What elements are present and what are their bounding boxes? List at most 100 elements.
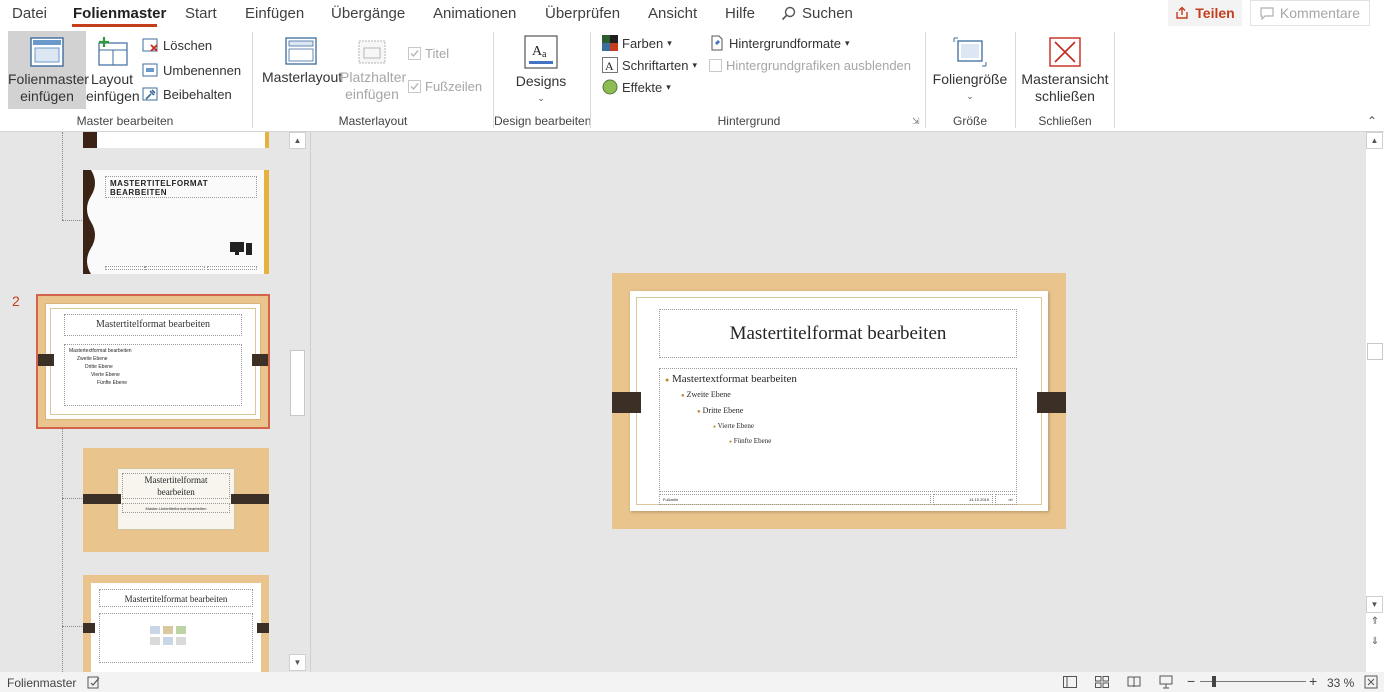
group-label-groesse: Größe [952,114,987,128]
body-level5-text: Fünfte Ebene [733,437,772,445]
thumb-level3: Dritte Ebene [85,364,113,370]
master-layout-icon [285,37,317,65]
checkbox-empty-icon [709,59,722,72]
thumbnail-scrollbar[interactable]: ▲ ▼ [289,132,306,672]
main-scrollbar[interactable]: ▲ ▼ ⇑ ⇓ [1366,132,1384,672]
tab-hilfe[interactable]: Hilfe [725,5,755,22]
scroll-up-arrow-icon[interactable]: ▲ [289,132,306,149]
group-separator [1015,32,1016,128]
group-separator [925,32,926,128]
group-separator [252,32,253,128]
thumb-level5: Fünfte Ebene [97,380,128,386]
tab-start[interactable]: Start [185,5,217,22]
hide-background-graphics-checkbox[interactable]: Hintergrundgrafiken ausblenden [709,58,911,73]
date-placeholder[interactable]: 14.10.2019 [933,494,993,505]
zoom-in-icon[interactable]: + [1309,673,1317,689]
comment-icon [1260,6,1274,20]
status-bar: Folienmaster − + 33 % [0,672,1384,692]
reading-view-icon[interactable] [1127,676,1141,688]
preserve-button[interactable]: Beibehalten [142,87,232,102]
footer-placeholder[interactable]: Fußzeile [659,494,931,505]
insert-layout-line1: Layout [90,71,134,87]
slide-size-button[interactable]: Foliengröße ⌄ [930,31,1010,105]
next-slide-icon[interactable]: ⇓ [1366,636,1384,647]
body-placeholder[interactable]: ● Mastertextformat bearbeiten ● Zweite E… [659,368,1017,492]
date-text: 14.10.2019 [968,497,989,502]
footer-text: Fußzeile [663,497,679,502]
tab-einfuegen[interactable]: Einfügen [245,5,304,22]
normal-view-icon[interactable] [1063,676,1077,688]
colors-icon [602,35,618,51]
insert-layout-button[interactable]: Layout einfügen [86,31,140,105]
computer-icon [230,242,252,255]
tab-datei[interactable]: Datei [12,5,47,22]
fonts-dropdown[interactable]: A Schriftarten ▾ [602,57,697,73]
slideshow-icon[interactable] [1159,675,1173,689]
tab-animationen[interactable]: Animationen [433,5,516,22]
slide-number-placeholder[interactable]: ‹#› [995,494,1017,505]
zoom-out-icon[interactable]: − [1187,673,1195,689]
title-placeholder: Mastertitelformat bearbeiten [64,314,242,336]
slide-thumbnail-pane[interactable]: MASTERTITELFORMAT BEARBEITEN 2 Mastertit… [0,132,310,672]
footer-checkbox[interactable]: Fußzeilen [408,79,482,94]
dialog-launcher-icon[interactable]: ⇲ [912,116,920,127]
close-master-view-button[interactable]: Masteransicht schließen [1020,31,1110,105]
previous-slide-icon[interactable]: ⇑ [1366,616,1384,627]
scroll-up-arrow-icon[interactable]: ▲ [1366,132,1383,149]
slide-sorter-icon[interactable] [1095,676,1109,688]
main-slide[interactable]: Mastertitelformat bearbeiten ● Mastertex… [612,273,1066,529]
slide-master-icon [30,37,64,67]
scroll-down-arrow-icon[interactable]: ▼ [289,654,306,671]
checkbox-checked-icon [408,80,421,93]
title-checkbox[interactable]: Titel [408,46,449,61]
insert-slide-master-button[interactable]: Folienmaster einfügen [8,31,89,109]
title-placeholder: MASTERTITELFORMAT BEARBEITEN [105,176,257,198]
tab-ansicht[interactable]: Ansicht [648,5,697,22]
zoom-slider-thumb[interactable] [1212,676,1216,687]
effects-dropdown[interactable]: Effekte ▾ [602,79,671,95]
pane-divider[interactable] [310,132,311,672]
scroll-down-arrow-icon[interactable]: ▼ [1366,596,1383,613]
thumb-level2: Zweite Ebene [77,356,108,362]
body-level3-text: Dritte Ebene [702,406,744,415]
colors-dropdown[interactable]: Farben ▾ [602,35,672,51]
share-label: Teilen [1195,5,1235,21]
slide-thumbnail-1[interactable]: MASTERTITELFORMAT BEARBEITEN [83,170,269,274]
body-level2: ● Zweite Ebene [681,390,731,399]
delete-button[interactable]: Löschen [142,38,212,53]
fit-to-window-icon[interactable] [1364,675,1378,689]
title-placeholder[interactable]: Mastertitelformat bearbeiten [659,309,1017,358]
thumb-title: Mastertitelformat bearbeiten [95,319,211,330]
chevron-down-icon: ▾ [666,81,671,92]
designs-button[interactable]: Aa Designs ⌄ [508,33,574,107]
group-label-hintergrund: Hintergrund [717,114,781,128]
share-button[interactable]: Teilen [1168,0,1242,26]
thumb-subtitle: Master-Untertitelformat bearbeiten [145,506,207,511]
insert-layout-line2: einfügen [86,88,140,104]
scroll-thumb[interactable] [1367,343,1383,360]
search-label: Suchen [802,5,853,22]
master-layout-button[interactable]: Masterlayout [262,31,342,86]
tab-ueberpruefen[interactable]: Überprüfen [545,5,620,22]
accessibility-check-icon[interactable] [87,676,101,689]
rename-button[interactable]: Umbenennen [142,63,241,78]
background-formats-dropdown[interactable]: Hintergrundformate ▾ [709,35,850,51]
title-placeholder: Mastertitelformat bearbeiten [122,473,230,499]
scroll-thumb[interactable] [290,350,305,416]
zoom-slider[interactable] [1200,676,1306,687]
slide-thumbnail-3[interactable]: Mastertitelformat bearbeiten Master-Unte… [83,448,269,552]
placeholder-icon [358,40,386,64]
tab-uebergaenge[interactable]: Übergänge [331,5,405,22]
slide-paper: Mastertitelformat bearbeiten [91,583,261,672]
slide-thumbnail-2-selected[interactable]: Mastertitelformat bearbeiten Mastertextf… [36,294,270,429]
collapse-ribbon-icon[interactable]: ⌃ [1367,114,1377,128]
slide-thumbnail-4[interactable]: Mastertitelformat bearbeiten [83,575,269,672]
comments-button[interactable]: Kommentare [1250,0,1370,26]
tab-folienmaster[interactable]: Folienmaster [73,5,166,22]
wavy-border-decor [83,170,95,274]
search-box[interactable]: Suchen [781,5,853,22]
insert-placeholder-button[interactable]: Platzhalter einfügen [340,31,406,103]
slide-title: Mastertitelformat bearbeiten [729,323,947,344]
slide-thumbnail-prev[interactable] [83,132,269,148]
zoom-level[interactable]: 33 % [1327,676,1354,690]
